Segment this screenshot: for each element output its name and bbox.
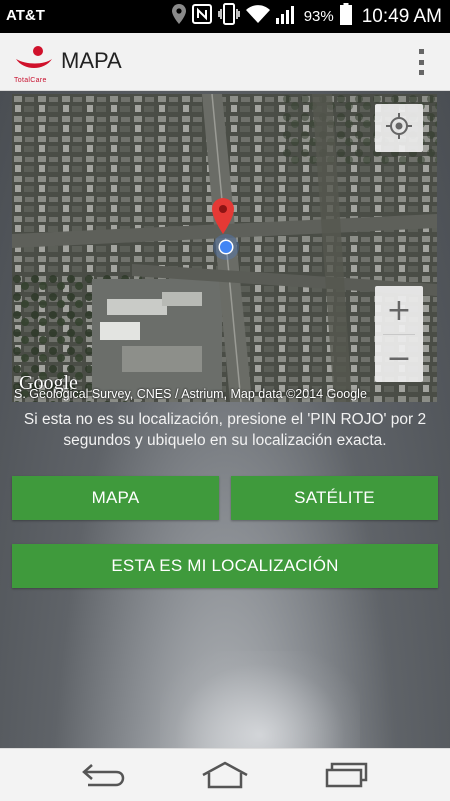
carrier-label: AT&T — [6, 7, 45, 24]
back-icon[interactable] — [80, 761, 126, 794]
clock: 10:49 AM — [361, 5, 442, 27]
map-view-button[interactable]: MAPA — [12, 476, 219, 520]
battery-percent: 93% — [303, 8, 334, 25]
background-glow — [160, 651, 360, 748]
instructions-text: Si esta no es su localización, presione … — [23, 411, 427, 449]
home-icon[interactable] — [201, 761, 249, 794]
satellite-imagery — [12, 94, 437, 402]
crosshair-icon — [386, 112, 412, 144]
status-icons: 93% 10:49 AM — [171, 0, 442, 33]
battery-icon — [339, 3, 352, 30]
wifi-icon — [245, 5, 270, 28]
vibrate-icon — [217, 3, 240, 30]
zoom-in-button[interactable]: + — [375, 286, 423, 334]
satellite-view-button[interactable]: SATÉLITE — [231, 476, 438, 520]
page-title: MAPA — [61, 48, 122, 73]
my-location-button[interactable] — [375, 104, 423, 152]
confirm-location-button[interactable]: ESTA ES MI LOCALIZACIÓN — [12, 544, 438, 588]
my-location-dot — [213, 234, 239, 260]
location-icon — [171, 4, 186, 29]
map-view[interactable] — [12, 94, 437, 402]
app-logo — [14, 45, 54, 81]
overflow-menu-icon[interactable] — [418, 49, 424, 75]
zoom-controls: + − — [375, 286, 423, 382]
signal-icon — [275, 4, 298, 29]
nfc-icon — [191, 4, 212, 29]
app-bar: TotalCare MAPA — [0, 33, 450, 91]
app-logo-text: TotalCare — [14, 77, 47, 84]
navigation-bar — [0, 748, 450, 801]
zoom-out-button[interactable]: − — [375, 334, 423, 382]
status-bar: AT&T 93% 10:49 AM — [0, 0, 450, 33]
recent-apps-icon[interactable] — [324, 761, 370, 794]
map-attribution: S. Geological Survey, CNES / Astrium, Ma… — [14, 387, 367, 401]
